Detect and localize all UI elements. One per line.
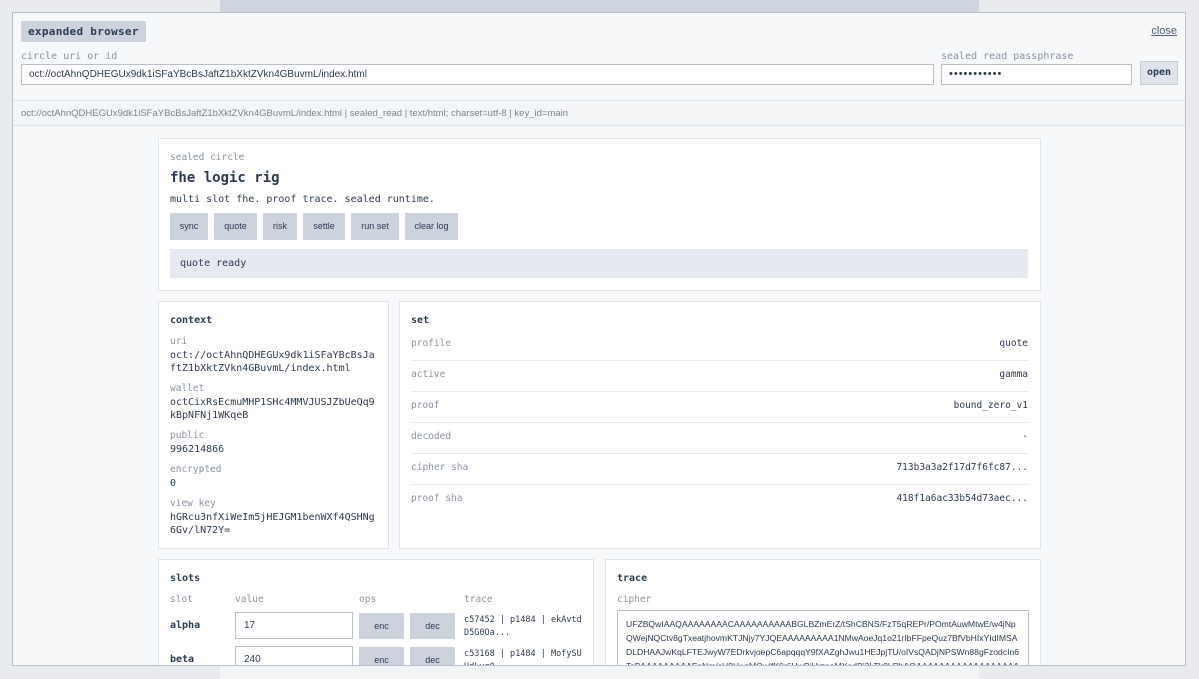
dec-button[interactable]: dec [410,647,455,665]
context-title: context [170,315,213,326]
settle-button[interactable]: settle [303,213,345,240]
context-encrypted-value: 0 [170,478,177,489]
slot-value-input[interactable]: 240 [235,646,353,665]
set-row: active gamma [411,360,1028,392]
set-key: active [411,369,446,380]
slot-value-input[interactable]: 17 [235,612,353,639]
clear-log-button[interactable]: clear log [405,213,458,240]
set-key: decoded [411,431,452,442]
circle-kicker: sealed circle [170,152,245,163]
context-card: context uri oct://octAhnQDHEGUx9dk1iSFaY… [158,301,389,549]
set-row: profile quote [411,329,1028,361]
quote-button[interactable]: quote [214,213,257,240]
close-link[interactable]: close [1151,25,1177,37]
value-col-header: value [235,594,264,605]
status-message: quote ready [170,249,1028,278]
set-value: - [1022,431,1028,442]
trace-col-header: trace [464,594,493,605]
page-title: fhe logic rig [170,170,280,186]
enc-button[interactable]: enc [359,613,404,639]
set-row: proof sha 418f1a6ac33b54d73aec... [411,484,1028,515]
context-wallet-value: octCixRsEcmuMHP1SHc4MMVJUSJZbUeQq9kBpNFN… [170,397,375,421]
set-row: decoded - [411,422,1028,454]
set-value: gamma [999,369,1028,380]
slot-col-header: slot [170,594,193,605]
set-card: set profile quote active gamma proof bou… [399,301,1041,549]
ops-col-header: ops [359,594,377,605]
slot-name: alpha [170,620,201,631]
open-button[interactable]: open [1140,61,1178,85]
uri-input[interactable]: oct://octAhnQDHEGUx9dk1iSFaYBcBsJaftZ1bX… [21,64,934,85]
run-set-button[interactable]: run set [351,213,399,240]
circle-header-card: sealed circle fhe logic rig multi slot f… [158,138,1041,291]
set-key: proof sha [411,493,463,504]
context-uri-value: oct://octAhnQDHEGUx9dk1iSFaYBcBsJaftZ1bX… [170,350,375,374]
passphrase-label: sealed read passphrase [941,51,1074,62]
sync-button[interactable]: sync [170,213,208,240]
cipher-label: cipher [617,594,652,605]
context-wallet-label: wallet [170,383,205,394]
context-public-value: 996214866 [170,444,225,455]
status-line: oct://octAhnQDHEGUx9dk1iSFaYBcBsJaftZ1bX… [13,100,1185,126]
cipher-textarea[interactable]: UFZBQwIAAQAAAAAAAACAAAAAAAAAABGLBZmErZ/t… [617,610,1029,665]
context-public-label: public [170,430,205,441]
slots-title: slots [170,573,201,584]
enc-button[interactable]: enc [359,647,404,665]
context-uri-label: uri [170,336,188,347]
trace-card: trace cipher UFZBQwIAAQAAAAAAAACAAAAAAAA… [605,559,1041,665]
dec-button[interactable]: dec [410,613,455,639]
page-subtitle: multi slot fhe. proof trace. sealed runt… [170,194,435,205]
set-value: 713b3a3a2f17d7f6fc87... [896,462,1028,473]
slot-name: beta [170,654,195,665]
set-value: bound_zero_v1 [953,400,1028,411]
set-key: profile [411,338,452,349]
expanded-browser-modal: expanded browser close circle uri or id … [12,12,1186,666]
set-title: set [411,315,430,326]
risk-button[interactable]: risk [263,213,297,240]
passphrase-input[interactable]: ••••••••••• [941,64,1132,85]
set-value: quote [999,338,1028,349]
context-viewkey-label: view key [170,498,216,509]
uri-label: circle uri or id [21,51,118,62]
set-value: 418f1a6ac33b54d73aec... [896,493,1028,504]
slot-trace: c53168 | p1484 | MofySUUdLuz0... [464,649,582,665]
context-viewkey-value: hGRcu3nfXiWeIm5jHEJGM1benWXf4QSHNg6Gv/lN… [170,512,375,536]
set-key: proof [411,400,440,411]
set-row: proof bound_zero_v1 [411,391,1028,423]
slot-trace: c57452 | p1484 | ekAvtdD5G0Oa... [464,615,582,638]
trace-title: trace [617,573,648,584]
slots-card: slots slot value ops trace alpha 17 enc … [158,559,594,665]
context-encrypted-label: encrypted [170,464,222,475]
set-row: cipher sha 713b3a3a2f17d7f6fc87... [411,453,1028,485]
expanded-browser-title: expanded browser [21,21,146,42]
set-key: cipher sha [411,462,469,473]
